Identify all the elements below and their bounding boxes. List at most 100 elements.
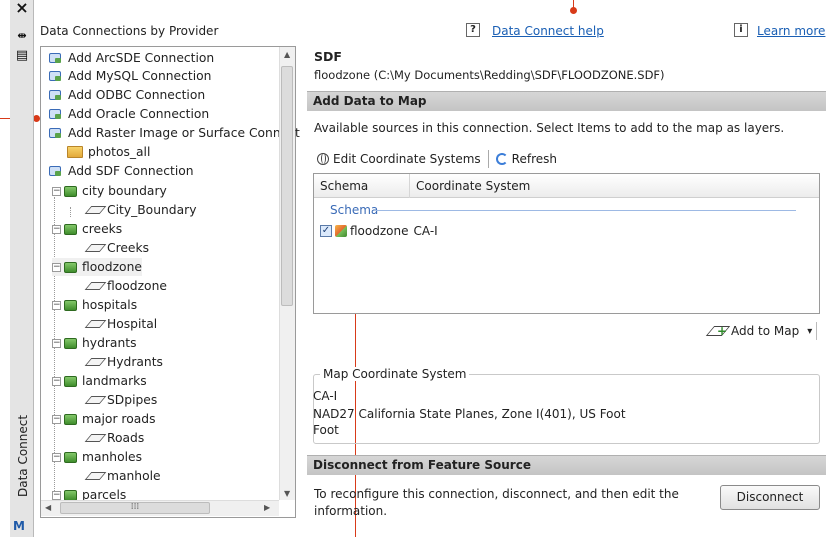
column-header-coordinate-system[interactable]: Coordinate System — [410, 174, 819, 198]
tree-item-label: manholes — [82, 450, 143, 464]
tree-item-add-odbc[interactable]: Add ODBC Connection — [48, 86, 205, 104]
feature-class-icon — [64, 489, 77, 501]
map-logo-icon: M — [13, 519, 25, 533]
row-coordinate-system: CA-I — [413, 224, 438, 238]
tree-item-hydrants[interactable]: − hydrants — [52, 334, 137, 352]
tree-item-city-boundary-layer[interactable]: City_Boundary — [84, 201, 196, 219]
available-sources-text: Available sources in this connection. Se… — [314, 121, 785, 135]
layer-icon — [84, 282, 107, 290]
learn-more-link[interactable]: Learn more — [757, 24, 825, 38]
collapse-icon[interactable]: − — [52, 452, 61, 462]
tree-title: Data Connections by Provider — [40, 24, 219, 38]
tree-item-label: Add ArcSDE Connection — [68, 51, 215, 65]
close-icon[interactable]: × — [14, 0, 30, 16]
layer-icon — [84, 434, 107, 442]
disconnect-section-header: Disconnect from Feature Source — [307, 455, 826, 475]
tree-item-sdpipes-layer[interactable]: SDpipes — [84, 391, 158, 409]
add-data-section-header: Add Data to Map — [307, 91, 826, 111]
raster-connection-icon — [48, 127, 62, 139]
tree-item-label: Hydrants — [107, 355, 163, 369]
tree-item-add-raster[interactable]: Add Raster Image or Surface Connect — [48, 124, 300, 142]
collapse-icon[interactable]: − — [52, 338, 61, 348]
globe-icon — [317, 153, 329, 165]
tree-item-major-roads[interactable]: − major roads — [52, 410, 155, 428]
tree-item-hospital-layer[interactable]: Hospital — [84, 315, 157, 333]
tree-item-label: Add ODBC Connection — [68, 88, 206, 102]
tree-item-city-boundary[interactable]: − city boundary — [52, 182, 167, 200]
tree-item-label: SDpipes — [107, 393, 158, 407]
feature-source-icon — [335, 225, 347, 237]
tree-item-add-mysql[interactable]: Add MySQL Connection — [48, 67, 211, 85]
collapse-icon[interactable]: − — [52, 490, 61, 500]
help-icon[interactable]: ? — [466, 23, 480, 37]
feature-class-icon — [64, 337, 77, 349]
connection-icon — [48, 70, 62, 82]
scroll-up-icon[interactable]: ▲ — [284, 50, 290, 59]
tree-item-label: floodzone — [82, 260, 142, 274]
tree-item-add-arcsde[interactable]: Add ArcSDE Connection — [48, 49, 214, 67]
tree-item-floodzone[interactable]: − floodzone — [52, 258, 142, 276]
palette-title: Data Connect — [16, 414, 30, 497]
tree-item-label: Add Oracle Connection — [68, 107, 210, 121]
tree-item-hospitals[interactable]: − hospitals — [52, 296, 137, 314]
layer-icon — [84, 206, 107, 214]
edit-cs-label: Edit Coordinate Systems — [333, 152, 481, 166]
map-coordinate-system-legend: Map Coordinate System — [320, 367, 470, 381]
scroll-down-icon[interactable]: ▼ — [284, 489, 290, 498]
tree-item-add-oracle[interactable]: Add Oracle Connection — [48, 105, 209, 123]
scroll-left-icon[interactable]: ◀ — [45, 503, 51, 512]
layer-icon — [84, 320, 107, 328]
tree-item-floodzone-layer[interactable]: floodzone — [84, 277, 167, 295]
feature-class-icon — [64, 185, 77, 197]
mcs-code: CA-I — [313, 389, 338, 403]
connection-icon — [48, 108, 62, 120]
layer-icon — [84, 244, 107, 252]
tree-item-creeks[interactable]: − creeks — [52, 220, 122, 238]
collapse-icon[interactable]: − — [52, 414, 61, 424]
refresh-label: Refresh — [511, 152, 557, 166]
tree-item-add-sdf[interactable]: Add SDF Connection — [48, 162, 194, 180]
schema-toolbar: Edit Coordinate Systems Refresh — [313, 147, 561, 171]
add-to-map-button[interactable]: Add to Map ▾ — [705, 322, 818, 340]
tree-item-label: hydrants — [82, 336, 137, 350]
tree-item-hydrants-layer[interactable]: Hydrants — [84, 353, 163, 371]
floodzone-checkbox[interactable]: ✓ — [320, 225, 332, 237]
collapse-icon[interactable]: − — [52, 224, 61, 234]
feature-class-icon — [64, 413, 77, 425]
table-row[interactable]: ✓ floodzone CA-I — [320, 222, 438, 240]
collapse-icon[interactable]: − — [52, 186, 61, 196]
tree-item-label: hospitals — [82, 298, 138, 312]
add-to-map-label: Add to Map — [731, 324, 800, 338]
collapse-icon[interactable]: − — [52, 376, 61, 386]
tree-item-landmarks[interactable]: − landmarks — [52, 372, 147, 390]
info-icon[interactable]: i — [734, 23, 748, 37]
tree-item-manholes[interactable]: − manholes — [52, 448, 142, 466]
data-connect-help-link[interactable]: Data Connect help — [492, 24, 604, 38]
tree-item-label: Add SDF Connection — [68, 164, 194, 178]
feature-class-icon — [64, 223, 77, 235]
tree-item-creeks-layer[interactable]: Creeks — [84, 239, 149, 257]
layer-icon — [84, 358, 107, 366]
palette-strip: × ⇹ ▤ Data Connect M — [10, 0, 34, 537]
connection-icon — [48, 165, 62, 177]
properties-icon[interactable]: ▤ — [14, 48, 30, 64]
auto-hide-icon[interactable]: ⇹ — [14, 28, 30, 44]
feature-class-icon — [64, 451, 77, 463]
tree-horizontal-thumb[interactable]: ⁞⁞⁞ — [60, 502, 210, 514]
layer-icon — [84, 396, 107, 404]
tree-vertical-thumb[interactable] — [281, 66, 293, 306]
collapse-icon[interactable]: − — [52, 300, 61, 310]
disconnect-button[interactable]: Disconnect — [720, 485, 820, 510]
callout-dot-top — [570, 7, 577, 14]
scroll-right-icon[interactable]: ▶ — [264, 503, 270, 512]
tree-item-photos-all[interactable]: photos_all — [67, 143, 150, 161]
tree-item-roads-layer[interactable]: Roads — [84, 429, 144, 447]
edit-coordinate-systems-button[interactable]: Edit Coordinate Systems — [313, 148, 485, 170]
collapse-icon[interactable]: − — [52, 262, 61, 272]
refresh-icon — [495, 153, 508, 165]
refresh-button[interactable]: Refresh — [492, 148, 561, 170]
tree-item-manhole-layer[interactable]: manhole — [84, 467, 161, 485]
column-header-schema[interactable]: Schema — [314, 174, 410, 198]
chevron-down-icon[interactable]: ▾ — [807, 326, 812, 337]
tree-item-label: major roads — [82, 412, 156, 426]
